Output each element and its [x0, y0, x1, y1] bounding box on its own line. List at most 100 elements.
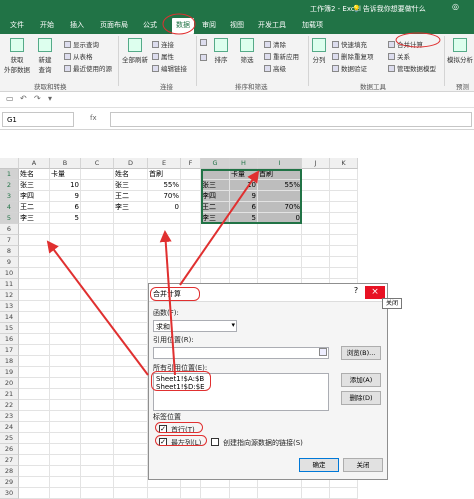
- cell[interactable]: [50, 290, 81, 301]
- add-button[interactable]: 添加(A): [341, 373, 381, 387]
- cell[interactable]: [201, 488, 230, 499]
- cell[interactable]: [302, 257, 330, 268]
- cell[interactable]: [81, 334, 114, 345]
- cell[interactable]: [50, 246, 81, 257]
- cell[interactable]: [81, 433, 114, 444]
- cell[interactable]: [50, 257, 81, 268]
- remove-duplicates-button[interactable]: 删除重复项: [332, 51, 374, 61]
- cell[interactable]: [19, 312, 50, 323]
- cell[interactable]: [201, 169, 230, 180]
- create-links-checkbox[interactable]: [211, 438, 219, 446]
- cell[interactable]: [258, 257, 302, 268]
- get-external-data-button[interactable]: 获取 外部数据: [4, 38, 30, 74]
- cell[interactable]: [330, 268, 358, 279]
- cell[interactable]: [114, 279, 148, 290]
- cell[interactable]: [114, 378, 148, 389]
- refresh-all-button[interactable]: 全部刷新: [122, 38, 148, 64]
- cell[interactable]: [19, 356, 50, 367]
- cell[interactable]: [114, 466, 148, 477]
- cell[interactable]: [50, 235, 81, 246]
- row-header[interactable]: 9: [0, 257, 19, 268]
- cell[interactable]: [19, 268, 50, 279]
- name-box[interactable]: G1: [2, 112, 74, 127]
- cell[interactable]: [81, 488, 114, 499]
- cell[interactable]: [81, 367, 114, 378]
- cell[interactable]: [114, 268, 148, 279]
- row-header[interactable]: 1: [0, 169, 19, 180]
- manage-data-model-button[interactable]: 管理数据模型: [388, 63, 436, 73]
- cell[interactable]: [19, 378, 50, 389]
- cell[interactable]: [50, 389, 81, 400]
- cell[interactable]: [114, 213, 148, 224]
- row-header[interactable]: 4: [0, 202, 19, 213]
- formula-input[interactable]: [110, 112, 472, 127]
- cell[interactable]: [50, 356, 81, 367]
- cell[interactable]: 首刷: [258, 169, 302, 180]
- cell[interactable]: [230, 246, 258, 257]
- cell[interactable]: 70%: [258, 202, 302, 213]
- cell[interactable]: 6: [230, 202, 258, 213]
- cell[interactable]: [50, 345, 81, 356]
- cell[interactable]: [330, 180, 358, 191]
- tab-4[interactable]: 公式: [143, 20, 157, 30]
- cell[interactable]: [19, 389, 50, 400]
- cell[interactable]: [19, 246, 50, 257]
- cell[interactable]: [50, 323, 81, 334]
- cell[interactable]: [148, 213, 181, 224]
- from-table-button[interactable]: 从表格: [64, 51, 93, 61]
- row-header[interactable]: 16: [0, 334, 19, 345]
- cell[interactable]: [81, 312, 114, 323]
- cell[interactable]: 55%: [258, 180, 302, 191]
- tell-me-box[interactable]: 💡 告诉我你想要做什么: [350, 4, 426, 14]
- cell[interactable]: [114, 356, 148, 367]
- cell[interactable]: 卡量: [230, 169, 258, 180]
- cell[interactable]: [114, 246, 148, 257]
- cell[interactable]: [330, 202, 358, 213]
- cell[interactable]: [114, 345, 148, 356]
- cell[interactable]: 姓名: [114, 169, 148, 180]
- cell[interactable]: 5: [230, 213, 258, 224]
- cell[interactable]: [19, 433, 50, 444]
- cell[interactable]: [19, 257, 50, 268]
- row-header[interactable]: 28: [0, 466, 19, 477]
- select-all-corner[interactable]: [0, 158, 19, 169]
- cell[interactable]: [302, 191, 330, 202]
- cell[interactable]: [114, 301, 148, 312]
- cell[interactable]: [19, 411, 50, 422]
- cell[interactable]: [50, 334, 81, 345]
- cell[interactable]: [19, 235, 50, 246]
- customize-icon[interactable]: ▾: [48, 94, 52, 103]
- cell[interactable]: [114, 224, 148, 235]
- cell[interactable]: [81, 345, 114, 356]
- cell[interactable]: [50, 455, 81, 466]
- row-header[interactable]: 12: [0, 290, 19, 301]
- cell[interactable]: [81, 180, 114, 191]
- cell[interactable]: [114, 455, 148, 466]
- row-header[interactable]: 10: [0, 268, 19, 279]
- cell[interactable]: [81, 455, 114, 466]
- cell[interactable]: [230, 257, 258, 268]
- cell[interactable]: [19, 367, 50, 378]
- cell[interactable]: [201, 257, 230, 268]
- cell[interactable]: [50, 268, 81, 279]
- cell[interactable]: [114, 290, 148, 301]
- row-header[interactable]: 19: [0, 367, 19, 378]
- tab-2[interactable]: 插入: [70, 20, 84, 30]
- cell[interactable]: [302, 224, 330, 235]
- row-header[interactable]: 14: [0, 312, 19, 323]
- show-queries-button[interactable]: 显示查询: [64, 39, 99, 49]
- column-header[interactable]: I: [258, 158, 302, 169]
- tab-9[interactable]: 加载项: [302, 20, 323, 30]
- tab-3[interactable]: 页面布局: [100, 20, 128, 30]
- cell[interactable]: [81, 279, 114, 290]
- cell[interactable]: [330, 191, 358, 202]
- cell[interactable]: 王二: [114, 191, 148, 202]
- consolidate-button[interactable]: 合并计算: [388, 39, 423, 49]
- cell[interactable]: [302, 169, 330, 180]
- row-header[interactable]: 13: [0, 301, 19, 312]
- cell[interactable]: [201, 246, 230, 257]
- cell[interactable]: [201, 235, 230, 246]
- cell[interactable]: [330, 488, 358, 499]
- cell[interactable]: 李三: [201, 213, 230, 224]
- cell[interactable]: [181, 268, 201, 279]
